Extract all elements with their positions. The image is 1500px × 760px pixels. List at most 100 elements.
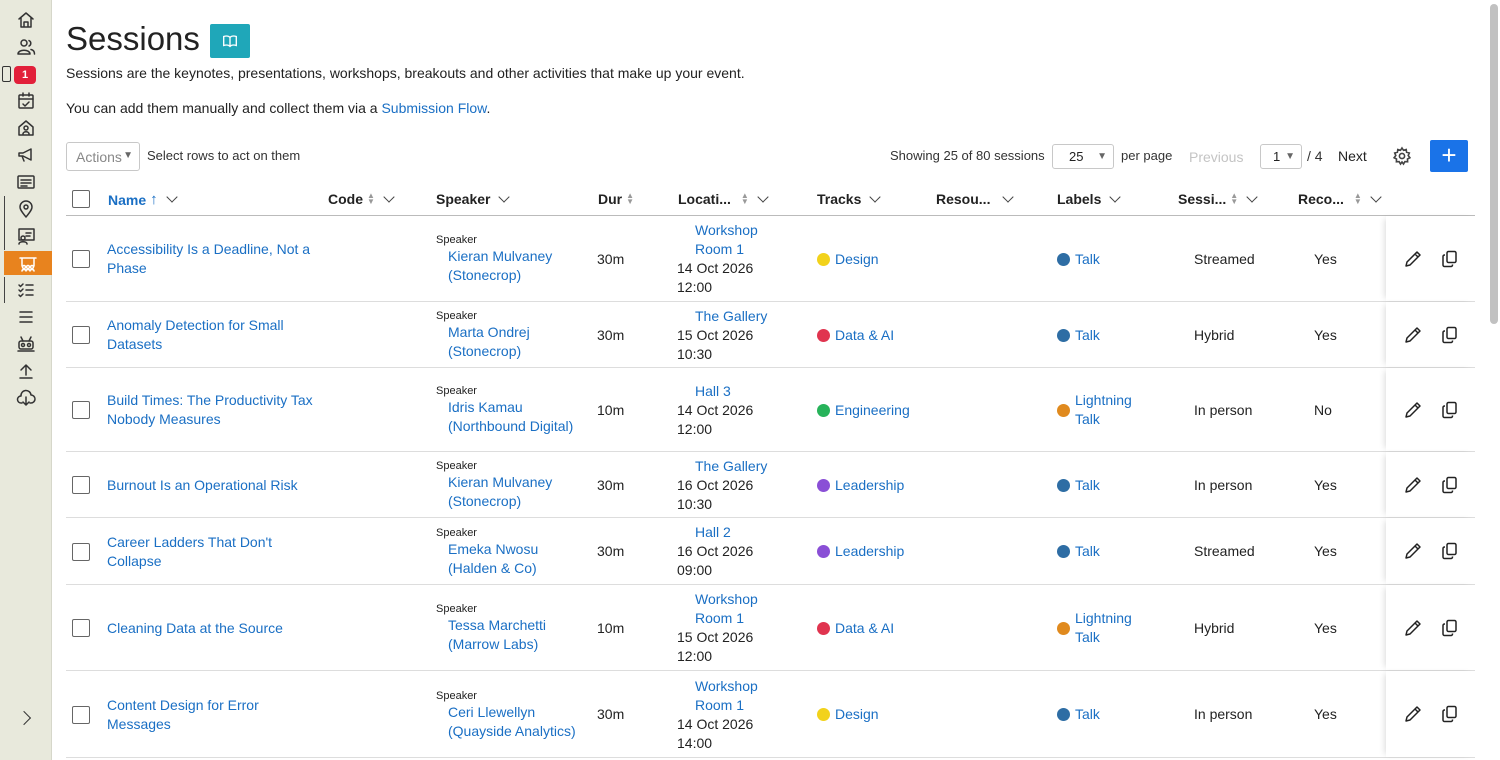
table-row[interactable]: Content Design for Error Messages Speake… — [66, 671, 1475, 758]
speaker-link[interactable]: Kieran Mulvaney (Stonecrop) — [436, 473, 576, 511]
row-checkbox[interactable] — [72, 250, 90, 268]
edit-pencil-icon[interactable] — [1403, 400, 1423, 420]
expand-sidebar-icon[interactable] — [16, 710, 32, 726]
duplicate-icon[interactable] — [1440, 475, 1460, 495]
label-link[interactable]: Talk — [1057, 250, 1157, 269]
sessions-icon[interactable] — [4, 251, 52, 275]
clipboard-icon[interactable] — [2, 66, 11, 82]
speaker-link[interactable]: Marta Ondrej (Stonecrop) — [436, 323, 576, 361]
checklist-icon[interactable] — [4, 278, 48, 302]
next-button[interactable]: Next — [1338, 148, 1367, 164]
row-checkbox[interactable] — [72, 326, 90, 344]
page-select[interactable]: 1 ▼ — [1260, 144, 1302, 169]
track-link[interactable]: Engineering — [817, 401, 910, 420]
chevron-down-icon[interactable] — [498, 190, 511, 203]
row-checkbox[interactable] — [72, 401, 90, 419]
per-page-select[interactable]: 25 ▼ — [1052, 144, 1114, 169]
duplicate-icon[interactable] — [1440, 704, 1460, 724]
location-pin-icon[interactable] — [4, 197, 48, 221]
track-link[interactable]: Design — [817, 250, 879, 269]
page-scrollbar[interactable] — [1490, 4, 1498, 324]
chevron-down-icon[interactable] — [757, 190, 769, 203]
add-session-button[interactable]: + — [1430, 140, 1468, 172]
speaker-link[interactable]: Tessa Marchetti (Marrow Labs) — [436, 616, 576, 654]
session-name-link[interactable]: Cleaning Data at the Source — [107, 619, 317, 638]
chevron-down-icon[interactable] — [869, 190, 882, 203]
session-name-link[interactable]: Anomaly Detection for Small Datasets — [107, 316, 317, 354]
track-link[interactable]: Leadership — [817, 476, 904, 495]
chevron-down-icon[interactable] — [1109, 190, 1122, 203]
session-name-link[interactable]: Build Times: The Productivity Tax Nobody… — [107, 391, 317, 429]
edit-pencil-icon[interactable] — [1403, 618, 1423, 638]
track-link[interactable]: Design — [817, 705, 879, 724]
column-dur[interactable]: Dur ▲ ▼ — [598, 191, 634, 207]
edit-pencil-icon[interactable] — [1403, 541, 1423, 561]
duplicate-icon[interactable] — [1440, 541, 1460, 561]
chevron-down-icon[interactable] — [383, 190, 395, 203]
chevron-down-icon[interactable] — [1370, 190, 1382, 203]
gear-icon[interactable] — [1392, 146, 1414, 168]
chevron-down-icon[interactable] — [165, 191, 178, 203]
venue-icon[interactable] — [4, 116, 48, 140]
row-checkbox[interactable] — [72, 543, 90, 561]
list-icon[interactable] — [4, 170, 48, 194]
label-link[interactable]: Talk — [1057, 542, 1157, 561]
column-name[interactable]: Name ↑ — [108, 191, 178, 208]
edit-pencil-icon[interactable] — [1403, 704, 1423, 724]
chevron-down-icon[interactable] — [1246, 190, 1258, 203]
speaker-link[interactable]: Ceri Llewellyn (Quayside Analytics) — [436, 703, 576, 741]
table-row[interactable]: Cleaning Data at the Source Speaker Tess… — [66, 585, 1475, 671]
select-all-checkbox[interactable] — [72, 190, 90, 208]
location-link[interactable]: Hall 3 — [677, 382, 787, 401]
location-link[interactable]: Workshop Room 1 — [677, 677, 787, 715]
column-tracks[interactable]: Tracks — [817, 190, 882, 207]
speaker-icon[interactable] — [4, 224, 48, 248]
track-link[interactable]: Data & AI — [817, 326, 894, 345]
calendar-icon[interactable] — [4, 89, 48, 113]
megaphone-icon[interactable] — [4, 143, 48, 167]
row-checkbox[interactable] — [72, 619, 90, 637]
speaker-link[interactable]: Idris Kamau (Northbound Digital) — [436, 398, 576, 436]
duplicate-icon[interactable] — [1440, 400, 1460, 420]
users-icon[interactable] — [4, 35, 48, 59]
duplicate-icon[interactable] — [1440, 325, 1460, 345]
home-icon[interactable] — [4, 8, 48, 32]
table-row[interactable]: Burnout Is an Operational Risk Speaker K… — [66, 452, 1475, 518]
duplicate-icon[interactable] — [1440, 249, 1460, 269]
help-book-button[interactable] — [209, 24, 250, 58]
previous-button[interactable]: Previous — [1189, 149, 1243, 165]
edit-pencil-icon[interactable] — [1403, 325, 1423, 345]
row-checkbox[interactable] — [72, 476, 90, 494]
column-location[interactable]: Locati... ▲ ▼ — [678, 190, 769, 207]
broadcast-icon[interactable] — [4, 332, 48, 356]
location-link[interactable]: The Gallery — [677, 307, 787, 326]
session-name-link[interactable]: Burnout Is an Operational Risk — [107, 476, 317, 495]
edit-pencil-icon[interactable] — [1403, 475, 1423, 495]
label-link[interactable]: Talk — [1057, 476, 1157, 495]
menu-lines-icon[interactable] — [4, 305, 48, 329]
duplicate-icon[interactable] — [1440, 618, 1460, 638]
column-recorded[interactable]: Reco... ▲ ▼ — [1298, 190, 1382, 207]
column-speaker[interactable]: Speaker — [436, 190, 511, 207]
upload-icon[interactable] — [4, 359, 48, 383]
table-row[interactable]: Career Ladders That Don't Collapse Speak… — [66, 518, 1475, 585]
location-link[interactable]: Hall 2 — [677, 523, 787, 542]
location-link[interactable]: Workshop Room 1 — [677, 221, 787, 259]
submission-flow-link[interactable]: Submission Flow — [381, 100, 486, 116]
edit-pencil-icon[interactable] — [1403, 249, 1423, 269]
label-link[interactable]: Lightning Talk — [1057, 391, 1157, 429]
chevron-down-icon[interactable] — [1002, 190, 1015, 203]
notification-badge[interactable]: 1 — [14, 66, 36, 84]
label-link[interactable]: Talk — [1057, 326, 1157, 345]
label-link[interactable]: Lightning Talk — [1057, 609, 1157, 647]
track-link[interactable]: Data & AI — [817, 619, 894, 638]
track-link[interactable]: Leadership — [817, 542, 904, 561]
session-name-link[interactable]: Accessibility Is a Deadline, Not a Phase — [107, 240, 317, 278]
cloud-download-icon[interactable] — [4, 386, 48, 410]
table-row[interactable]: Anomaly Detection for Small Datasets Spe… — [66, 302, 1475, 368]
location-link[interactable]: The Gallery — [677, 457, 787, 476]
session-name-link[interactable]: Career Ladders That Don't Collapse — [107, 533, 317, 571]
speaker-link[interactable]: Emeka Nwosu (Halden & Co) — [436, 540, 576, 578]
location-link[interactable]: Workshop Room 1 — [677, 590, 787, 628]
label-link[interactable]: Talk — [1057, 705, 1157, 724]
